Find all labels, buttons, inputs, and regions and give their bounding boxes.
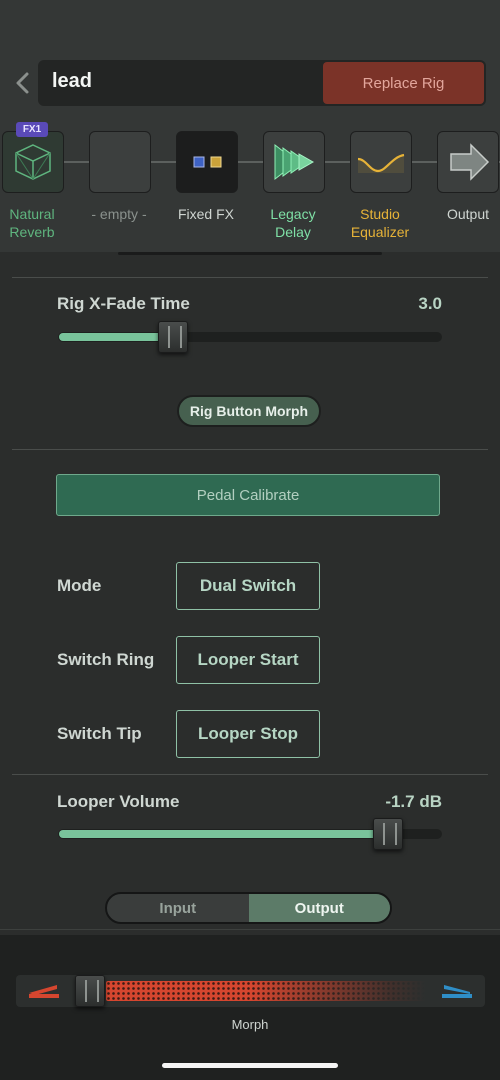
switch-tip-select-button[interactable]: Looper Stop [176,710,320,758]
chain-slot-equalizer[interactable] [350,131,412,193]
pedal-right-icon [440,983,474,1004]
chain-slot-empty-label: - empty - [91,206,147,222]
morph-slider-thumb[interactable] [75,975,105,1007]
chain-slot-delay[interactable] [263,131,325,193]
switch-ring-select-button[interactable]: Looper Start [176,636,320,684]
looper-volume-value: -1.7 dB [385,792,442,811]
pedal-left-icon [27,983,61,1004]
rig-name: lead [52,70,93,92]
switch-ring-label: Switch Ring [57,650,155,669]
output-arrow-icon [450,143,490,181]
divider [0,929,500,930]
replace-rig-button[interactable]: Replace Rig [323,62,484,104]
chain-slot-output-label: Output [446,206,490,222]
xfade-label: Rig X-Fade Time [57,294,190,313]
chain-slot-equalizer-label: Studio Equalizer [330,205,430,241]
segment-output[interactable]: Output [248,894,390,922]
divider [12,774,488,775]
mode-select-button[interactable]: Dual Switch [176,562,320,610]
divider [12,277,488,278]
xfade-slider-thumb[interactable] [158,321,189,353]
rig-button-morph-button[interactable]: Rig Button Morph [177,395,321,427]
mode-label: Mode [57,576,102,595]
chain-slot-empty[interactable] [89,131,151,193]
home-indicator[interactable] [162,1063,338,1068]
chain-slot-fixed-fx-label: Fixed FX [177,206,234,222]
switch-tip-label: Switch Tip [57,724,142,743]
delay-label-line2: Delay [275,224,311,240]
delay-label-line1: Legacy [270,206,316,222]
eq-label-line2: Equalizer [350,224,410,240]
divider [12,449,488,450]
chevron-left-icon [16,72,29,94]
scroll-edge [118,252,382,255]
reverb-label-line2: Reverb [9,224,55,240]
reverb-cube-icon [15,144,51,180]
equalizer-icon [357,153,405,173]
xfade-slider-fill [59,333,173,341]
pedal-calibrate-button[interactable]: Pedal Calibrate [56,474,440,516]
looper-volume-label: Looper Volume [57,792,180,811]
xfade-value: 3.0 [418,294,442,313]
looper-volume-slider-thumb[interactable] [373,818,404,850]
morph-panel [0,935,500,1080]
input-output-toggle: Input Output [105,892,392,924]
eq-label-line1: Studio [360,206,400,222]
morph-label: Morph [231,1017,269,1032]
chain-slot-fixed-fx[interactable] [176,131,238,193]
back-button[interactable] [8,68,36,98]
morph-slider-fill-fade [250,981,426,1001]
delay-icon [274,143,315,181]
chain-slot-reverb[interactable] [2,131,64,193]
segment-input[interactable]: Input [107,894,249,922]
chain-slot-output[interactable] [437,131,499,193]
looper-volume-slider-fill [59,830,388,838]
reverb-label-line1: Natural [9,206,55,222]
chain-slot-delay-label: Legacy Delay [243,205,343,241]
fx1-badge: FX1 [16,122,48,137]
fixed-fx-icon [193,156,222,168]
